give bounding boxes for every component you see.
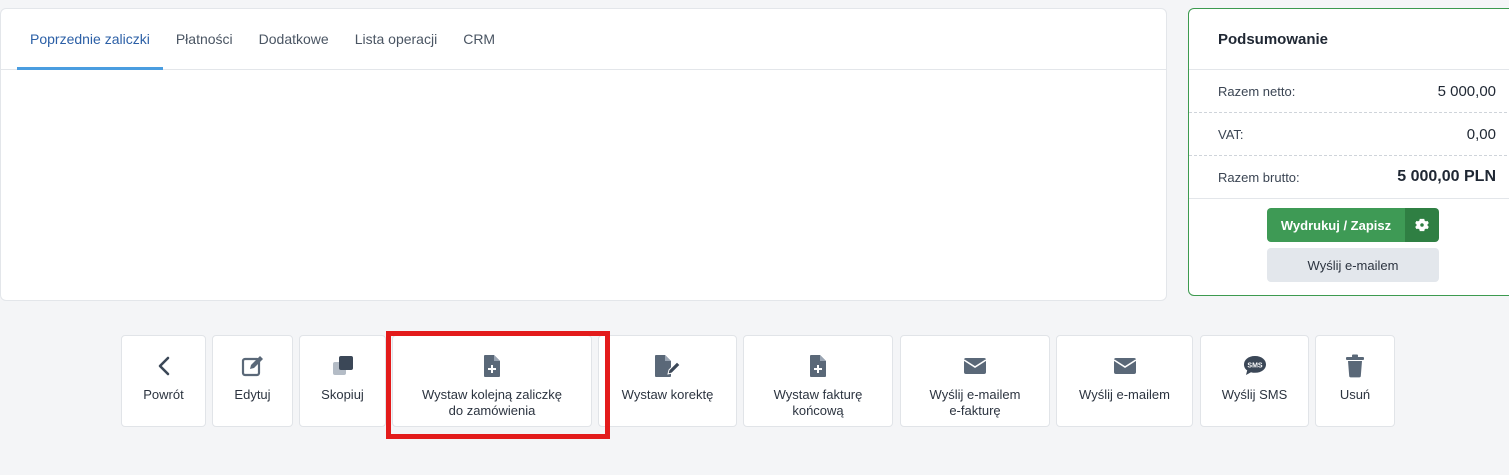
summary-title: Podsumowanie [1189,9,1509,70]
send-einvoice-email-label: Wyślij e-mailem e-fakturę [929,387,1021,418]
vat-label: VAT: [1218,126,1244,142]
tab-previous-advances[interactable]: Poprzednie zaliczki [17,9,163,70]
edit-button[interactable]: Edytuj [212,335,293,427]
back-label: Powrót [143,387,184,402]
issue-next-advance-button[interactable]: Wystaw kolejną zaliczkę do zamówienia [392,335,592,427]
envelope-icon [1113,353,1137,379]
edit-label: Edytuj [234,387,271,402]
send-email-action-label: Wyślij e-mailem [1079,387,1170,402]
file-plus-icon [809,353,827,379]
envelope-icon [963,353,987,379]
trash-icon [1345,353,1365,379]
tab-crm[interactable]: CRM [450,9,508,69]
send-einvoice-email-button[interactable]: Wyślij e-mailem e-fakturę [900,335,1050,427]
issue-next-advance-label: Wystaw kolejną zaliczkę do zamówienia [421,387,563,418]
tab-payments[interactable]: Płatności [163,9,246,69]
file-edit-icon [654,353,682,379]
sms-icon: SMS [1242,353,1268,379]
copy-icon [331,353,355,379]
issue-correction-label: Wystaw korektę [621,387,714,402]
issue-final-invoice-label: Wystaw fakturę końcową [773,387,863,418]
copy-label: Skopiuj [321,387,364,402]
file-plus-icon [483,353,501,379]
issue-correction-button[interactable]: Wystaw korektę [598,335,737,427]
gear-icon [1415,218,1429,232]
print-button-group: Wydrukuj / Zapisz [1267,208,1439,242]
gross-total-label: Razem brutto: [1218,169,1300,185]
summary-panel: Podsumowanie Razem netto: 5 000,00 VAT: … [1188,8,1509,296]
gross-total-value: 5 000,00 PLN [1397,168,1496,185]
send-sms-label: Wyślij SMS [1221,387,1288,402]
vat-row: VAT: 0,00 [1189,113,1509,156]
print-settings-button[interactable] [1405,208,1439,242]
send-sms-button[interactable]: SMS Wyślij SMS [1200,335,1309,427]
copy-button[interactable]: Skopiuj [299,335,386,427]
delete-button[interactable]: Usuń [1315,335,1395,427]
details-tabs-panel: Poprzednie zaliczki Płatności Dodatkowe … [0,8,1167,301]
vat-value: 0,00 [1466,125,1496,143]
delete-label: Usuń [1339,387,1371,402]
print-save-button[interactable]: Wydrukuj / Zapisz [1267,208,1405,242]
tabs-bar: Poprzednie zaliczki Płatności Dodatkowe … [1,9,1166,70]
sms-icon-text: SMS [1247,362,1263,369]
net-total-label: Razem netto: [1218,83,1296,99]
gross-total-row: Razem brutto: 5 000,00 PLN [1189,156,1509,199]
net-total-row: Razem netto: 5 000,00 [1189,70,1509,113]
chevron-left-icon [157,353,171,379]
issue-final-invoice-button[interactable]: Wystaw fakturę końcową [743,335,893,427]
send-email-button[interactable]: Wyślij e-mailem [1267,248,1439,282]
edit-icon [241,353,265,379]
net-total-value: 5 000,00 [1437,82,1496,100]
tab-additional[interactable]: Dodatkowe [246,9,342,69]
tab-operations-list[interactable]: Lista operacji [342,9,451,69]
send-email-action-button[interactable]: Wyślij e-mailem [1056,335,1193,427]
back-button[interactable]: Powrót [121,335,206,427]
